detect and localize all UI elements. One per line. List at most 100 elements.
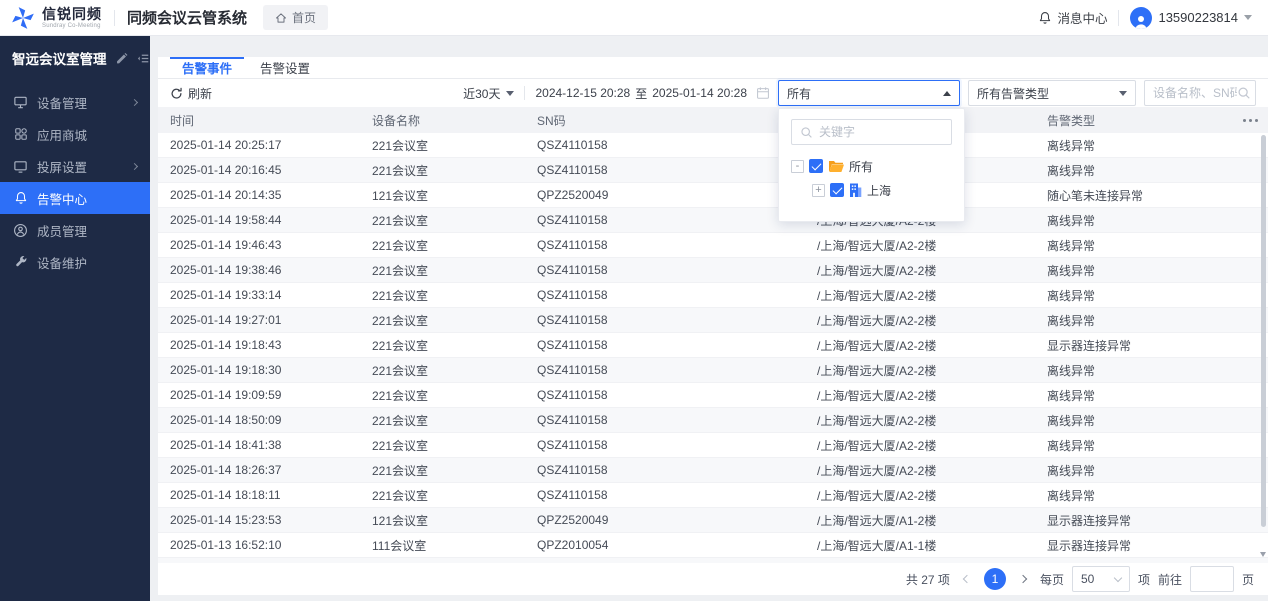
table-body: 2025-01-14 20:25:17 221会议室 QSZ4110158 /上… <box>158 133 1268 563</box>
goto-label: 前往 <box>1158 571 1182 588</box>
brand-logo-icon <box>10 5 36 31</box>
cell-device-name: 221会议室 <box>360 137 525 154</box>
sidebar-item-app-store[interactable]: 应用商城 <box>0 118 150 150</box>
workspace-title: 智远会议室管理 <box>12 48 107 68</box>
date-filter-group: 近30天 2024-12-15 20:28 至 2025-01-14 20:28 <box>463 80 770 106</box>
table-row: 2025-01-14 20:16:45 221会议室 QSZ4110158 /上… <box>158 158 1268 183</box>
search-icon[interactable] <box>1237 86 1251 100</box>
cell-device-name: 221会议室 <box>360 212 525 229</box>
home-icon <box>275 12 287 24</box>
cell-alarm-type: 离线异常 <box>1035 137 1227 154</box>
table-row: 2025-01-14 18:26:37 221会议室 QSZ4110158 /上… <box>158 458 1268 483</box>
tree-search-input[interactable] <box>819 125 939 139</box>
chevron-right-icon <box>131 98 138 105</box>
main-content: 告警事件 告警设置 刷新 近30天 <box>150 36 1268 601</box>
cell-alarm-type: 离线异常 <box>1035 287 1227 304</box>
vertical-scrollbar[interactable] <box>1260 135 1267 559</box>
sidebar-item-member-management[interactable]: 成员管理 <box>0 214 150 246</box>
cell-device-name: 111会议室 <box>360 537 525 554</box>
sidebar-item-device-maintenance[interactable]: 设备维护 <box>0 246 150 278</box>
edit-icon[interactable] <box>115 52 128 65</box>
cell-device-name: 121会议室 <box>360 512 525 529</box>
table-row: 2025-01-14 19:38:46 221会议室 QSZ4110158 /上… <box>158 258 1268 283</box>
refresh-button[interactable]: 刷新 <box>170 85 212 102</box>
checkbox-checked[interactable] <box>830 183 844 197</box>
tree-node-shanghai[interactable]: + 上海 <box>791 178 952 202</box>
collapse-node-icon[interactable]: - <box>791 160 804 173</box>
cell-sn: QSZ4110158 <box>525 238 805 252</box>
collapse-sidebar-icon[interactable] <box>136 52 150 65</box>
tree-search <box>791 119 952 145</box>
tree-node-all[interactable]: - 所有 <box>791 154 952 178</box>
tab-alarm-settings[interactable]: 告警设置 <box>246 57 324 78</box>
sidebar-item-label: 设备管理 <box>37 93 87 112</box>
cell-location: /上海/智远大厦/A2-2楼 <box>805 312 1035 329</box>
table-row: 2025-01-14 15:23:53 121会议室 QPZ2520049 /上… <box>158 508 1268 533</box>
cell-sn: QPZ2520049 <box>525 513 805 527</box>
time-preset-select[interactable]: 近30天 <box>463 85 514 102</box>
device-search-input[interactable] <box>1153 86 1237 100</box>
table-row: 2025-01-14 19:18:43 221会议室 QSZ4110158 /上… <box>158 333 1268 358</box>
cell-time: 2025-01-14 18:18:11 <box>158 488 360 502</box>
checkbox-checked[interactable] <box>809 159 823 173</box>
cell-time: 2025-01-14 19:33:14 <box>158 288 360 302</box>
expand-node-icon[interactable]: + <box>812 184 825 197</box>
table-row: 2025-01-14 18:18:11 221会议室 QSZ4110158 /上… <box>158 483 1268 508</box>
cell-location: /上海/智远大厦/A2-2楼 <box>805 237 1035 254</box>
table-row: 2025-01-14 19:27:01 221会议室 QSZ4110158 /上… <box>158 308 1268 333</box>
account-menu[interactable]: 13590223814 <box>1130 7 1252 29</box>
alarm-type-filter-value: 所有告警类型 <box>977 85 1049 102</box>
cell-device-name: 221会议室 <box>360 387 525 404</box>
pagination: 共 27 项 1 每页 50 项 前往 页 <box>158 563 1268 595</box>
per-page-label: 每页 <box>1040 571 1064 588</box>
caret-down-icon <box>1244 15 1252 20</box>
cell-sn: QSZ4110158 <box>525 288 805 302</box>
cell-time: 2025-01-14 20:16:45 <box>158 163 360 177</box>
cell-alarm-type: 离线异常 <box>1035 212 1227 229</box>
alarm-type-filter-select[interactable]: 所有告警类型 <box>968 80 1136 106</box>
cell-time: 2025-01-14 19:18:43 <box>158 338 360 352</box>
home-tab[interactable]: 首页 <box>263 5 328 30</box>
sidebar-item-alarm-center[interactable]: 告警中心 <box>0 182 150 214</box>
sidebar-item-device-management[interactable]: 设备管理 <box>0 86 150 118</box>
scrollbar-down-arrow-icon[interactable] <box>1260 552 1266 557</box>
divider <box>1118 10 1119 26</box>
column-settings-button[interactable] <box>1227 119 1268 122</box>
cell-location: /上海/智远大厦/A1-1楼 <box>805 537 1035 554</box>
tab-alarm-events[interactable]: 告警事件 <box>168 57 246 78</box>
cell-sn: QSZ4110158 <box>525 313 805 327</box>
cell-time: 2025-01-14 19:46:43 <box>158 238 360 252</box>
cell-alarm-type: 离线异常 <box>1035 462 1227 479</box>
page-1-button[interactable]: 1 <box>984 568 1006 590</box>
next-page-button[interactable] <box>1014 570 1032 588</box>
chevron-right-icon <box>1019 575 1027 583</box>
sidebar-item-cast-settings[interactable]: 投屏设置 <box>0 150 150 182</box>
goto-page-input[interactable] <box>1190 566 1234 592</box>
cell-device-name: 221会议室 <box>360 337 525 354</box>
group-filter-select[interactable]: 所有 - <box>778 80 960 106</box>
cell-location: /上海/智远大厦/A1-2楼 <box>805 512 1035 529</box>
cell-device-name: 121会议室 <box>360 187 525 204</box>
date-end: 2025-01-14 20:28 <box>652 86 747 100</box>
date-range-picker[interactable]: 2024-12-15 20:28 至 2025-01-14 20:28 <box>535 85 770 102</box>
app-window: 信锐同频 Sundray Co-Meeting 同频会议云管系统 首页 消息中心 <box>0 0 1268 601</box>
bell-icon <box>1038 11 1052 25</box>
cell-location: /上海/智远大厦/A2-2楼 <box>805 487 1035 504</box>
search-icon <box>800 126 813 139</box>
cell-device-name: 221会议室 <box>360 437 525 454</box>
message-center-button[interactable]: 消息中心 <box>1038 8 1107 27</box>
more-icon <box>1249 119 1252 122</box>
tabbar: 告警事件 告警设置 <box>158 57 1268 79</box>
sidebar-menu: 设备管理 应用商城 投屏设置 告警中心 <box>0 86 150 278</box>
group-filter-dropdown: - 所有 + <box>778 108 965 222</box>
sidebar: 智远会议室管理 设备管理 应用商城 <box>0 36 150 601</box>
per-page-select[interactable]: 50 <box>1072 566 1130 592</box>
cell-device-name: 221会议室 <box>360 362 525 379</box>
goto-unit: 页 <box>1242 571 1254 588</box>
table-row: 2025-01-14 19:09:59 221会议室 QSZ4110158 /上… <box>158 383 1268 408</box>
sidebar-header: 智远会议室管理 <box>0 36 150 80</box>
cell-device-name: 221会议室 <box>360 462 525 479</box>
scrollbar-thumb[interactable] <box>1261 135 1266 527</box>
group-filter-value: 所有 <box>787 85 811 102</box>
prev-page-button[interactable] <box>958 570 976 588</box>
